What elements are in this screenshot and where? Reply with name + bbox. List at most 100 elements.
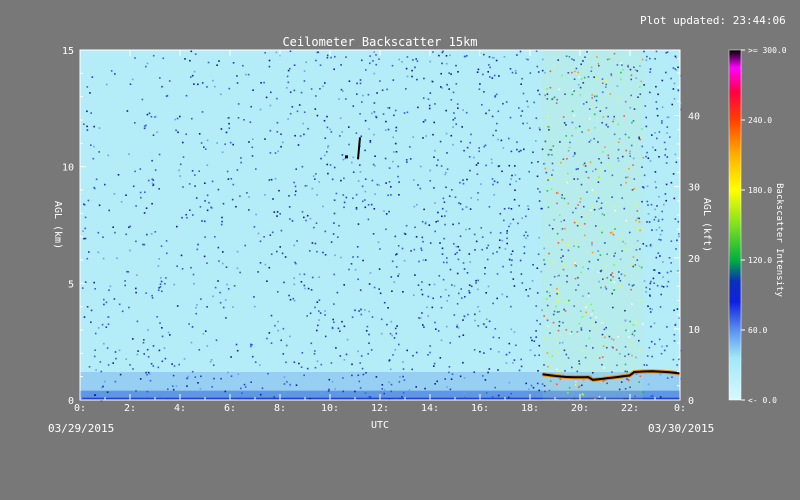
backscatter-speckle	[149, 379, 152, 382]
backscatter-speckle	[376, 183, 379, 186]
backscatter-speckle	[209, 360, 212, 363]
backscatter-speckle	[394, 235, 397, 238]
backscatter-speckle	[468, 284, 471, 286]
backscatter-speckle	[192, 273, 195, 276]
backscatter-speckle	[497, 138, 499, 141]
backscatter-speckle	[289, 298, 292, 301]
backscatter-speckle	[188, 183, 191, 185]
backscatter-speckle	[666, 377, 669, 379]
backscatter-speckle	[444, 223, 446, 226]
backscatter-speckle	[645, 59, 648, 61]
backscatter-speckle	[343, 284, 345, 286]
backscatter-speckle	[314, 366, 317, 369]
backscatter-speckle	[378, 58, 380, 60]
backscatter-speckle	[341, 154, 344, 156]
backscatter-speckle	[659, 396, 662, 398]
backscatter-speckle	[394, 142, 397, 145]
backscatter-speckle	[466, 178, 468, 181]
backscatter-speckle	[179, 163, 182, 166]
backscatter-speckle	[255, 168, 257, 170]
backscatter-speckle	[316, 250, 318, 253]
backscatter-speckle	[250, 105, 252, 108]
backscatter-speckle	[666, 132, 668, 134]
backscatter-speckle	[470, 197, 472, 199]
backscatter-speckle	[210, 207, 213, 209]
backscatter-speckle	[439, 140, 442, 143]
backscatter-speckle	[511, 174, 513, 177]
backscatter-speckle	[662, 276, 664, 278]
backscatter-speckle	[280, 145, 282, 148]
backscatter-speckle	[218, 260, 220, 262]
backscatter-speckle	[156, 316, 158, 318]
backscatter-speckle	[190, 341, 193, 344]
backscatter-speckle	[649, 71, 651, 73]
backscatter-speckle	[413, 248, 416, 251]
backscatter-speckle	[235, 343, 238, 346]
backscatter-speckle	[642, 391, 644, 394]
backscatter-speckle	[143, 243, 146, 246]
backscatter-speckle	[527, 58, 529, 61]
backscatter-speckle	[527, 208, 530, 210]
backscatter-speckle	[534, 354, 536, 357]
backscatter-speckle	[508, 258, 511, 261]
backscatter-speckle	[538, 354, 540, 356]
backscatter-speckle	[108, 209, 110, 212]
backscatter-speckle	[424, 259, 427, 261]
backscatter-speckle	[115, 357, 117, 360]
x-tick-label: 16:	[471, 403, 489, 414]
backscatter-speckle	[527, 295, 530, 297]
backscatter-speckle	[275, 51, 278, 54]
backscatter-speckle	[659, 306, 662, 308]
backscatter-speckle	[157, 289, 160, 291]
backscatter-speckle	[331, 178, 334, 181]
backscatter-speckle	[194, 174, 196, 176]
backscatter-speckle	[672, 358, 675, 361]
backscatter-speckle	[514, 165, 516, 167]
backscatter-speckle	[274, 177, 277, 180]
backscatter-speckle	[520, 273, 523, 275]
backscatter-speckle	[268, 266, 271, 269]
backscatter-speckle	[182, 141, 184, 144]
backscatter-speckle	[463, 392, 466, 394]
backscatter-speckle	[328, 378, 331, 381]
backscatter-speckle	[666, 345, 668, 347]
backscatter-speckle	[87, 199, 90, 202]
backscatter-speckle	[168, 80, 171, 82]
backscatter-speckle	[470, 285, 473, 288]
backscatter-speckle	[319, 64, 322, 66]
backscatter-speckle	[338, 224, 340, 227]
backscatter-speckle	[506, 230, 508, 232]
backscatter-speckle	[295, 384, 298, 386]
colorbar: <- 0.060.0120.0180.0240.0>= 300.0 Backsc…	[728, 46, 787, 405]
backscatter-speckle	[356, 246, 359, 248]
backscatter-speckle	[269, 152, 272, 154]
backscatter-speckle	[649, 311, 652, 313]
backscatter-speckle	[216, 64, 218, 66]
backscatter-speckle	[217, 246, 220, 249]
backscatter-speckle	[201, 220, 203, 222]
backscatter-speckle	[222, 262, 224, 265]
backscatter-speckle	[441, 247, 444, 250]
backscatter-speckle	[293, 244, 295, 247]
backscatter-speckle	[372, 60, 374, 62]
backscatter-speckle	[538, 389, 540, 392]
backscatter-speckle	[427, 354, 429, 356]
backscatter-speckle	[420, 288, 423, 291]
backscatter-speckle	[190, 76, 192, 78]
backscatter-speckle	[343, 325, 346, 328]
backscatter-speckle	[421, 236, 424, 239]
backscatter-speckle	[319, 312, 322, 314]
backscatter-speckle	[181, 216, 183, 219]
backscatter-speckle	[255, 213, 257, 216]
backscatter-speckle	[315, 95, 317, 97]
backscatter-speckle	[337, 327, 340, 330]
backscatter-speckle	[206, 86, 208, 88]
backscatter-speckle	[485, 392, 488, 394]
backscatter-speckle	[301, 352, 304, 354]
backscatter-speckle	[303, 216, 305, 219]
backscatter-speckle	[664, 148, 667, 151]
backscatter-speckle	[175, 385, 178, 387]
backscatter-speckle	[646, 185, 649, 188]
backscatter-speckle	[424, 387, 426, 390]
backscatter-speckle	[330, 131, 333, 133]
